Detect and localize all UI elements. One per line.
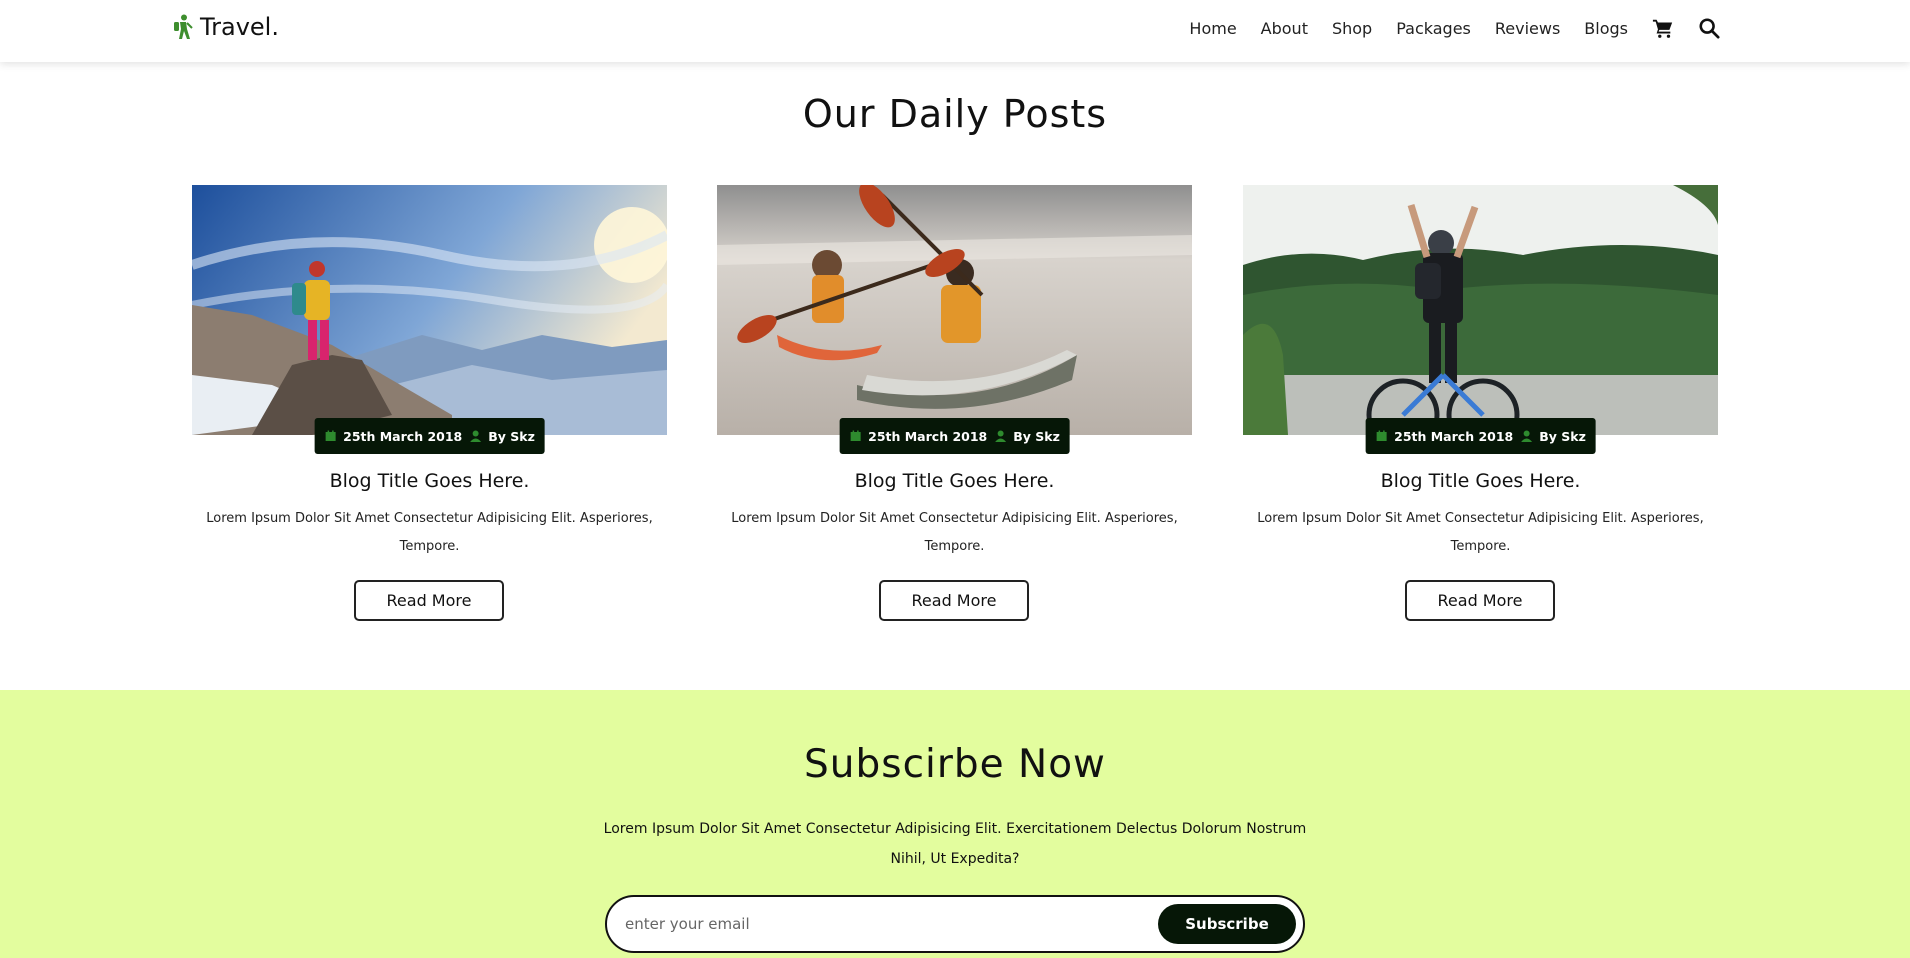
nav-packages[interactable]: Packages [1396,19,1471,38]
calendar-icon [1376,430,1387,441]
post-excerpt: Lorem Ipsum Dolor Sit Amet Consectetur A… [206,511,653,554]
post-author: By Skz [1539,428,1586,444]
post-meta: 25th March 2018 By Skz [839,418,1070,454]
calendar-icon [325,430,336,441]
main-nav: Home About Shop Packages Reviews Blogs [1165,0,1720,56]
cyclist-lake-photo [1243,185,1718,435]
post-author: By Skz [1013,428,1060,444]
logo[interactable]: Travel. [172,13,279,41]
mountain-hiker-photo [192,185,667,435]
blog-card: 25th March 2018 By Skz Blog Title Goes H… [1243,185,1718,625]
user-icon [1520,430,1532,442]
post-excerpt: Lorem Ipsum Dolor Sit Amet Consectetur A… [1257,511,1704,554]
post-meta: 25th March 2018 By Skz [1365,418,1596,454]
post-title: Blog Title Goes Here. [329,470,530,492]
read-more-button[interactable]: Read More [354,580,504,621]
nav-home[interactable]: Home [1189,19,1236,38]
nav-about[interactable]: About [1261,19,1308,38]
read-more-button[interactable]: Read More [879,580,1029,621]
subscribe-form: Subscribe [605,895,1305,953]
site-header: Travel. Home About Shop Packages Reviews… [0,0,1910,62]
post-title: Blog Title Goes Here. [854,470,1055,492]
posts-section-title: Our Daily Posts [802,92,1108,136]
email-input[interactable] [625,909,1125,939]
post-meta: 25th March 2018 By Skz [314,418,545,454]
nav-shop[interactable]: Shop [1332,19,1372,38]
logo-text: Travel. [200,13,279,41]
post-date: 25th March 2018 [343,428,463,444]
subscribe-title: Subscirbe Now [804,742,1106,787]
nav-blogs[interactable]: Blogs [1584,19,1628,38]
hiker-icon [174,14,193,39]
post-excerpt: Lorem Ipsum Dolor Sit Amet Consectetur A… [731,511,1178,554]
user-icon [469,430,481,442]
user-icon [994,430,1006,442]
read-more-button[interactable]: Read More [1405,580,1555,621]
kayakers-photo [717,185,1192,435]
post-date: 25th March 2018 [868,428,988,444]
cart-icon[interactable] [1652,17,1674,39]
search-icon[interactable] [1698,17,1720,39]
subscribe-text: Lorem Ipsum Dolor Sit Amet Consectetur A… [603,821,1307,867]
post-date: 25th March 2018 [1394,428,1514,444]
calendar-icon [850,430,861,441]
blog-card: 25th March 2018 By Skz Blog Title Goes H… [192,185,667,625]
subscribe-button[interactable]: Subscribe [1158,904,1296,944]
blog-card: 25th March 2018 By Skz Blog Title Goes H… [717,185,1192,625]
post-author: By Skz [488,428,535,444]
post-title: Blog Title Goes Here. [1380,470,1581,492]
nav-reviews[interactable]: Reviews [1495,19,1560,38]
